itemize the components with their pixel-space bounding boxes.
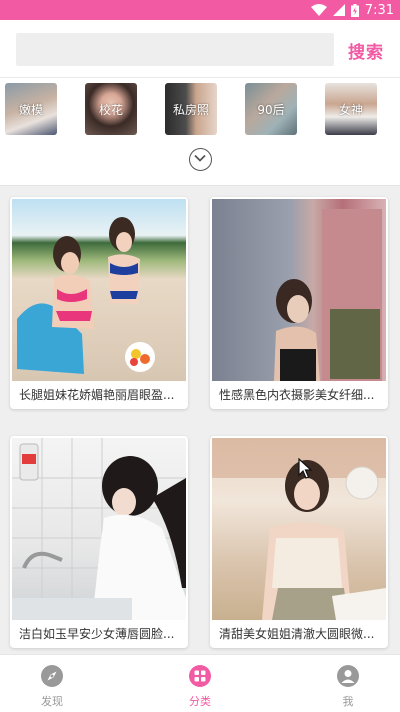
category-item[interactable]: 女神 — [325, 83, 377, 135]
card-caption: 清甜美女姐姐清澈大圆眼微... — [219, 627, 375, 641]
card-image — [12, 438, 186, 620]
search-bar: 搜索 — [0, 20, 400, 78]
card-image — [212, 199, 386, 381]
tab-discover[interactable]: 发现 — [17, 655, 87, 712]
category-label: 嫩模 — [18, 103, 43, 117]
battery-icon — [350, 3, 359, 17]
category-label: 女神 — [338, 103, 363, 117]
card-caption: 性感黑色内衣摄影美女纤细... — [219, 388, 375, 402]
category-item[interactable]: 私房照 — [165, 83, 217, 135]
tab-label: 我 — [342, 695, 354, 708]
category-item[interactable]: 嫩模 — [5, 83, 57, 135]
window-photo — [274, 209, 382, 381]
mouse-cursor-icon — [298, 458, 312, 479]
chevron-down-icon — [194, 154, 206, 162]
card-caption: 洁白如玉早安少女薄唇圆脸... — [19, 627, 175, 641]
status-bar: 7:31 — [0, 0, 400, 20]
expand-categories-button[interactable] — [189, 148, 212, 171]
category-strip: 嫩模 校花 私房照 90后 女神 — [0, 78, 400, 186]
card-caption: 长腿姐妹花娇媚艳丽眉眼盈... — [19, 388, 175, 402]
grid-icon — [189, 665, 211, 687]
beach-photo — [17, 217, 155, 374]
bottom-tab-bar: 发现 分类 我 — [0, 654, 400, 712]
compass-icon — [41, 665, 63, 687]
person-icon — [337, 665, 359, 687]
photo-card[interactable]: 长腿姐妹花娇媚艳丽眉眼盈... — [10, 197, 188, 409]
search-button[interactable]: 搜索 — [348, 38, 384, 63]
category-label: 私房照 — [172, 103, 209, 117]
tab-label: 分类 — [189, 695, 211, 708]
photo-card[interactable]: 洁白如玉早安少女薄唇圆脸... — [10, 436, 188, 648]
category-label: 校花 — [98, 103, 123, 117]
tab-me[interactable]: 我 — [313, 655, 383, 712]
card-image — [12, 199, 186, 381]
category-item[interactable]: 校花 — [85, 83, 137, 135]
tab-category[interactable]: 分类 — [165, 655, 235, 712]
category-item[interactable]: 90后 — [245, 83, 297, 135]
status-time: 7:31 — [364, 2, 394, 18]
category-label: 90后 — [257, 103, 285, 117]
search-input[interactable] — [16, 33, 334, 66]
signal-icon — [332, 4, 345, 16]
wifi-icon — [310, 4, 327, 16]
tab-label: 发现 — [41, 695, 63, 708]
status-icons: 7:31 — [310, 2, 394, 18]
photo-card[interactable]: 性感黑色内衣摄影美女纤细... — [210, 197, 388, 409]
bathroom-photo — [12, 438, 186, 620]
